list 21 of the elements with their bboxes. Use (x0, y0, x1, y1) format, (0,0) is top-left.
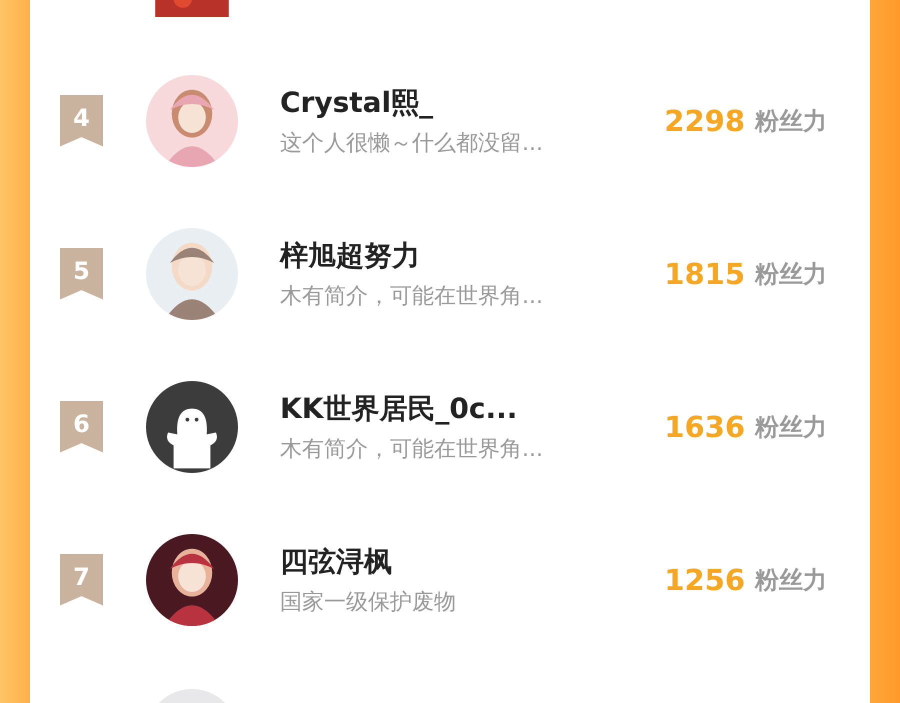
user-name: 四弦浔枫 (280, 544, 393, 580)
score-unit: 粉丝力 (755, 564, 827, 596)
user-name: Crystal熙_ (280, 84, 434, 121)
fan-score: 2298 (663, 104, 745, 138)
user-bio: 木有简介，可能在世界角... (280, 282, 544, 310)
score-unit: 粉丝力 (755, 258, 827, 290)
score-unit: 粉丝力 (755, 412, 827, 442)
user-bio: 这个人很懒～什么都没留... (280, 130, 544, 158)
user-bio: 木有简介，可能在世界角... (280, 436, 544, 464)
user-bio: 国家一级保护废物 (280, 588, 457, 616)
user-name: KK世界居民_0c... (280, 390, 518, 427)
score-unit: 粉丝力 (755, 106, 827, 136)
default-avatar-icon (146, 380, 238, 472)
user-name: 梓旭超努力 (280, 238, 421, 274)
fan-score: 1636 (663, 410, 745, 444)
fan-score: 1815 (663, 256, 745, 290)
rank-ribbon: 5 (60, 248, 103, 300)
fan-score: 1256 (663, 562, 745, 596)
rank-ribbon: 4 (60, 94, 103, 146)
rank-ribbon: 7 (60, 554, 103, 606)
rank-ribbon: 6 (60, 400, 103, 452)
